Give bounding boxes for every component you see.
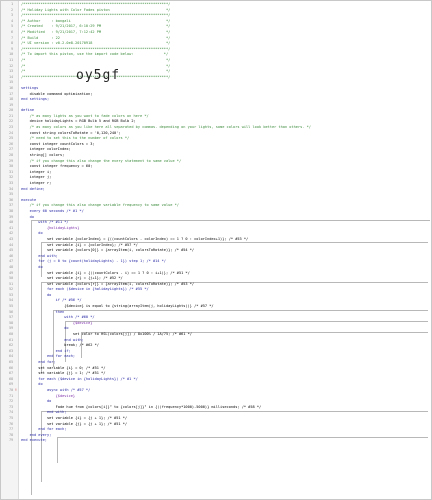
line-number: 79 (9, 438, 13, 443)
piston-code-editor: 1/**************************************… (0, 0, 432, 500)
code-text: end execute; (21, 438, 47, 443)
import-code: oy5gf (76, 68, 121, 83)
code-lines: 1/**************************************… (1, 2, 431, 444)
code-line[interactable]: 79 end execute; (1, 438, 431, 444)
